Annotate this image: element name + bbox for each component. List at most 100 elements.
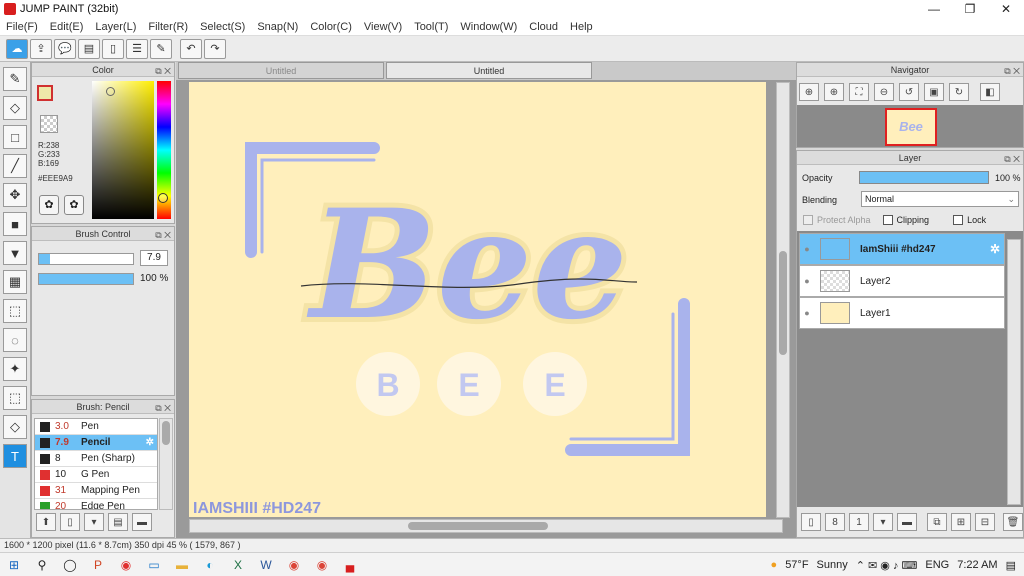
panel-close-icon[interactable]: ⧉ ✕ [1004,64,1020,78]
layer-row-2[interactable]: ● Layer2 [799,265,1005,297]
task-view-icon[interactable]: ◯ [56,554,84,576]
hue-slider[interactable] [157,81,171,219]
chrome-2-icon[interactable]: ◉ [308,554,336,576]
undo-icon[interactable]: ↶ [180,38,202,59]
flip-icon[interactable]: ◧ [980,83,1000,101]
merge-layer-icon[interactable]: ⊞ [951,513,971,531]
menu-file[interactable]: File(F) [0,21,44,33]
brush-folder-icon[interactable]: ▬ [132,513,152,531]
protect-alpha-checkbox[interactable] [803,215,813,225]
menu-window[interactable]: Window(W) [454,21,523,33]
drawing-canvas[interactable]: B E E Bee IAMSHIII #HD247 [189,82,766,517]
maximize-button[interactable]: ❐ [952,0,988,18]
menu-color[interactable]: Color(C) [304,21,358,33]
visibility-icon[interactable]: ● [800,276,814,286]
saturation-value-picker[interactable] [92,81,154,219]
brush-item[interactable]: 20 Edge Pen [35,499,157,509]
bucket-tool-icon[interactable]: ▼ [3,241,27,265]
rect-select-tool-icon[interactable]: ⬚ [3,299,27,323]
zoom-fit-icon[interactable]: ⊕ [799,83,819,101]
text-tool-icon[interactable]: T [3,444,27,468]
layer-settings-icon[interactable]: ⊟ [975,513,995,531]
jump-paint-taskbar-icon[interactable]: ▄ [336,554,364,576]
brush-item[interactable]: 8 Pen (Sharp) [35,451,157,467]
rotate-left-icon[interactable]: ↺ [899,83,919,101]
menu-help[interactable]: Help [564,21,599,33]
start-icon[interactable]: ⊞ [0,554,28,576]
clipping-checkbox[interactable] [882,215,893,225]
blending-select[interactable]: Normal ⌄ [861,191,1019,207]
gear-icon[interactable]: ✲ [146,437,154,448]
notification-icon[interactable]: ▤ [1006,559,1016,572]
eraser-tool-icon[interactable]: ◇ [3,96,27,120]
file-explorer-icon[interactable]: ▬ [168,554,196,576]
brush-menu-icon[interactable]: ▾ [84,513,104,531]
zoom-in-icon[interactable]: ⊕ [824,83,844,101]
foreground-color-swatch[interactable] [37,85,53,101]
page-icon[interactable]: ▯ [102,38,124,59]
panel-close-icon[interactable]: ⧉ ✕ [1004,152,1020,166]
transparent-swatch[interactable] [40,115,58,133]
brush-opacity-slider[interactable] [38,273,134,285]
app-browser-icon[interactable]: ◉ [112,554,140,576]
weather-temp[interactable]: 57°F [785,559,808,571]
gradient-tool-icon[interactable]: ▦ [3,270,27,294]
panel-close-icon[interactable]: ⧉ ✕ [155,64,171,78]
new-1bit-layer-icon[interactable]: 1 [849,513,869,531]
gear-icon[interactable]: ✲ [990,242,1000,256]
brush-size-slider[interactable] [38,253,134,265]
comment-icon[interactable]: 💬 [54,38,76,59]
language-indicator[interactable]: ENG [925,559,949,571]
new-8bit-layer-icon[interactable]: 8 [825,513,845,531]
menu-select[interactable]: Select(S) [194,21,251,33]
select-pen-tool-icon[interactable]: ⬚ [3,386,27,410]
message-icon[interactable]: ▤ [78,38,100,59]
new-layer-menu-icon[interactable]: ▾ [873,513,893,531]
menu-layer[interactable]: Layer(L) [89,21,142,33]
menu-filter[interactable]: Filter(R) [142,21,194,33]
trash-icon[interactable]: 🗑 [1003,513,1023,531]
brush-tool-icon[interactable]: ✎ [3,67,27,91]
menu-tool[interactable]: Tool(T) [408,21,454,33]
panel-close-icon[interactable]: ⧉ ✕ [155,228,171,242]
share-icon[interactable]: ⇪ [30,38,52,59]
panel-close-icon[interactable]: ⧉ ✕ [155,401,171,415]
tab-untitled-1[interactable]: Untitled [178,62,384,79]
actual-size-icon[interactable]: ▣ [924,83,944,101]
brush-size-value[interactable]: 7.9 [140,250,168,266]
palette-icon[interactable]: ✿ [39,195,59,215]
move-tool-icon[interactable]: ✥ [3,183,27,207]
visibility-icon[interactable]: ● [800,244,814,254]
menu-snap[interactable]: Snap(N) [251,21,304,33]
app-monitor-icon[interactable]: ▭ [140,554,168,576]
duplicate-layer-icon[interactable]: ⧉ [927,513,947,531]
magic-wand-tool-icon[interactable]: ✦ [3,357,27,381]
canvas-horizontal-scrollbar[interactable] [189,519,783,533]
clock-time[interactable]: 7:22 AM [957,559,997,571]
chrome-icon[interactable]: ◉ [280,554,308,576]
cloud-icon[interactable]: ☁ [6,38,28,59]
zoom-out-icon[interactable]: ⊖ [874,83,894,101]
layer-list-scrollbar[interactable] [1007,239,1021,505]
minimize-button[interactable]: — [916,0,952,18]
brush-item[interactable]: 10 G Pen [35,467,157,483]
edit-page-icon[interactable]: ✎ [150,38,172,59]
app-powerpoint-icon[interactable]: P [84,554,112,576]
canvas-vertical-scrollbar[interactable] [776,82,790,518]
brush-item-selected[interactable]: 7.9 Pencil ✲ [35,435,157,451]
menu-cloud[interactable]: Cloud [523,21,564,33]
new-layer-icon[interactable]: ▯ [801,513,821,531]
tray-icons[interactable]: ⌃ ✉ ◉ ♪ ⌨ [856,559,918,572]
layer-row-text[interactable]: ● IamShiii #hd247 ✲ [799,233,1005,265]
brush-list-scrollbar[interactable] [159,418,173,510]
weather-desc[interactable]: Sunny [817,559,848,571]
brush-settings-icon[interactable]: ▤ [108,513,128,531]
menu-view[interactable]: View(V) [358,21,408,33]
list-icon[interactable]: ☰ [126,38,148,59]
shape-tool-icon[interactable]: □ [3,125,27,149]
visibility-icon[interactable]: ● [800,308,814,318]
brush-cloud-icon[interactable]: ⬆ [36,513,56,531]
lasso-tool-icon[interactable]: ◌ [3,328,27,352]
brush-item[interactable]: 3.0 Pen [35,419,157,435]
rotate-right-icon[interactable]: ↻ [949,83,969,101]
